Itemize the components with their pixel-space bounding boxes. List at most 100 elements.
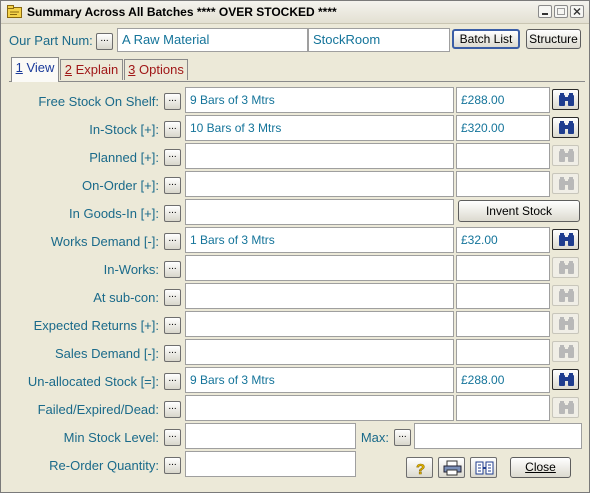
row-value-field[interactable] — [456, 143, 550, 169]
tab-view[interactable]: 1 View — [11, 57, 59, 82]
binoculars-button[interactable] — [552, 369, 579, 390]
tab-options-label: Options — [135, 62, 184, 77]
row-description-field[interactable]: 9 Bars of 3 Mtrs — [185, 87, 454, 113]
row-description-field[interactable] — [185, 171, 454, 197]
binoculars-button[interactable] — [552, 145, 579, 166]
binoculars-button[interactable] — [552, 173, 579, 194]
maximize-icon — [557, 8, 565, 15]
row-label: Works Demand [-]: — [50, 234, 159, 249]
row-lookup-button[interactable]: ... — [164, 261, 181, 278]
invent-stock-label: Invent Stock — [485, 204, 553, 218]
row-value-field[interactable]: £32.00 — [456, 227, 550, 253]
binoculars-icon — [559, 121, 574, 134]
row-description-field[interactable] — [185, 311, 454, 337]
binoculars-button[interactable] — [552, 341, 579, 362]
row-lookup-button[interactable]: ... — [164, 289, 181, 306]
structure-button[interactable]: Structure — [526, 29, 581, 49]
binoculars-icon — [559, 373, 574, 386]
row-description-field[interactable]: 1 Bars of 3 Mtrs — [185, 227, 454, 253]
close-window-button[interactable] — [570, 5, 584, 18]
row-value-field[interactable] — [456, 339, 550, 365]
row-lookup-button[interactable]: ... — [164, 401, 181, 418]
row-label: In Goods-In [+]: — [69, 206, 159, 221]
row-lookup-button[interactable]: ... — [164, 177, 181, 194]
compare-button[interactable] — [470, 457, 497, 478]
title-bar[interactable]: Summary Across All Batches **** OVER STO… — [1, 1, 589, 24]
binoculars-icon — [559, 261, 574, 274]
min-stock-field[interactable] — [185, 423, 356, 449]
min-stock-lookup-button[interactable]: ... — [164, 429, 181, 446]
row-label: On-Order [+]: — [82, 178, 159, 193]
invent-stock-button[interactable]: Invent Stock — [458, 200, 580, 222]
binoculars-icon — [559, 289, 574, 302]
binoculars-button[interactable] — [552, 229, 579, 250]
maximize-button[interactable] — [554, 5, 568, 18]
location-field[interactable]: StockRoom — [308, 28, 450, 52]
max-stock-field[interactable] — [414, 423, 582, 449]
row-value-field[interactable] — [456, 255, 550, 281]
row-lookup-button[interactable]: ... — [164, 317, 181, 334]
tab-options[interactable]: 3 Options — [124, 59, 188, 80]
minimize-button[interactable] — [538, 5, 552, 18]
print-button[interactable] — [438, 457, 465, 478]
min-stock-label: Min Stock Level: — [63, 430, 159, 445]
part-num-label: Our Part Num: — [9, 33, 93, 48]
reorder-qty-lookup-button[interactable]: ... — [164, 457, 181, 474]
binoculars-button[interactable] — [552, 89, 579, 110]
row-lookup-button[interactable]: ... — [164, 149, 181, 166]
row-value-field[interactable]: £288.00 — [456, 367, 550, 393]
row-description-field[interactable] — [185, 395, 454, 421]
row-description-field[interactable] — [185, 255, 454, 281]
reorder-qty-field[interactable] — [185, 451, 356, 477]
row-value-field[interactable] — [456, 395, 550, 421]
tab-explain-label: Explain — [71, 62, 119, 77]
binoculars-button[interactable] — [552, 285, 579, 306]
tab-explain[interactable]: 2 Explain — [60, 59, 123, 80]
row-value-field[interactable]: £288.00 — [456, 87, 550, 113]
row-description-field[interactable]: 10 Bars of 3 Mtrs — [185, 115, 454, 141]
binoculars-icon — [559, 233, 574, 246]
binoculars-button[interactable] — [552, 257, 579, 278]
row-label: Planned [+]: — [89, 150, 159, 165]
row-description-field[interactable] — [185, 199, 454, 225]
row-label: In-Stock [+]: — [89, 122, 159, 137]
row-label: Expected Returns [+]: — [33, 318, 159, 333]
reorder-qty-label: Re-Order Quantity: — [49, 458, 159, 473]
svg-text:?: ? — [416, 461, 425, 476]
row-value-field[interactable] — [456, 283, 550, 309]
row-lookup-button[interactable]: ... — [164, 233, 181, 250]
row-label: Failed/Expired/Dead: — [37, 402, 159, 417]
part-num-lookup-button[interactable]: ... — [96, 33, 113, 50]
batch-list-button[interactable]: Batch List — [452, 29, 520, 49]
row-lookup-button[interactable]: ... — [164, 93, 181, 110]
binoculars-icon — [559, 401, 574, 414]
tab-explain-key: 2 — [64, 62, 72, 77]
binoculars-button[interactable] — [552, 313, 579, 334]
row-label: In-Works: — [103, 262, 159, 277]
tab-view-key: 1 — [15, 60, 23, 75]
row-lookup-button[interactable]: ... — [164, 373, 181, 390]
help-button[interactable]: ? — [406, 457, 433, 478]
row-value-field[interactable]: £320.00 — [456, 115, 550, 141]
row-label: Un-allocated Stock [=]: — [27, 374, 159, 389]
row-lookup-button[interactable]: ... — [164, 205, 181, 222]
row-description-field[interactable] — [185, 339, 454, 365]
row-value-field[interactable] — [456, 171, 550, 197]
close-icon — [573, 8, 581, 15]
row-lookup-button[interactable]: ... — [164, 121, 181, 138]
row-description-field[interactable]: 9 Bars of 3 Mtrs — [185, 367, 454, 393]
row-value-field[interactable] — [456, 311, 550, 337]
binoculars-icon — [559, 317, 574, 330]
binoculars-icon — [559, 149, 574, 162]
tab-view-label: View — [22, 60, 55, 75]
max-lookup-button[interactable]: ... — [394, 429, 411, 446]
binoculars-button[interactable] — [552, 117, 579, 138]
row-lookup-button[interactable]: ... — [164, 345, 181, 362]
row-description-field[interactable] — [185, 283, 454, 309]
close-button[interactable]: Close — [510, 457, 571, 478]
binoculars-icon — [559, 177, 574, 190]
part-number-field[interactable]: A Raw Material — [117, 28, 308, 52]
row-description-field[interactable] — [185, 143, 454, 169]
help-icon: ? — [416, 461, 426, 476]
binoculars-button[interactable] — [552, 397, 579, 418]
